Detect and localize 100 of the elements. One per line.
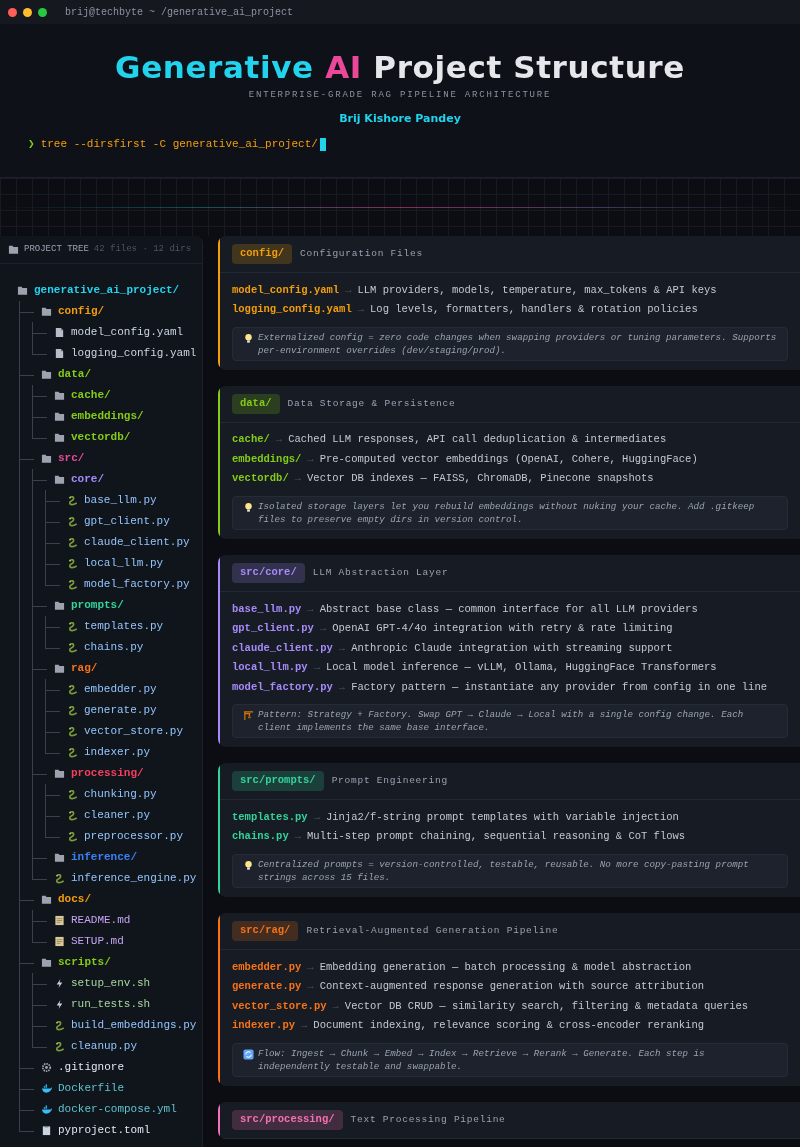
folder-icon [41, 894, 52, 905]
file-name[interactable]: preprocessor.py [84, 828, 184, 845]
bolt-icon [54, 978, 65, 989]
folder-name[interactable]: config/ [58, 303, 105, 320]
section-title: LLM Abstraction Layer [312, 565, 449, 580]
file-name: vectordb/ [232, 471, 289, 487]
file-name[interactable]: generate.py [84, 702, 157, 719]
file-name: embedder.py [232, 959, 302, 975]
file-name[interactable]: cleanup.py [71, 1038, 137, 1055]
file-name[interactable]: vector_store.py [84, 723, 184, 740]
file-name[interactable]: logging_config.yaml [71, 345, 197, 362]
file-name: model_config.yaml [232, 282, 340, 298]
window-title: brij@techbyte ~ /generative_ai_project [65, 5, 294, 20]
file-name[interactable]: model_config.yaml [71, 324, 184, 341]
arrow-text: → [294, 471, 302, 487]
folder-tag: src/prompts/ [232, 771, 324, 791]
file-name[interactable]: docker-compose.yml [58, 1101, 177, 1118]
author-name: Brij Kishore Pandey [338, 110, 462, 127]
file-name[interactable]: gpt_client.py [84, 513, 170, 530]
file-name[interactable]: setup_env.sh [71, 975, 151, 992]
minimize-icon[interactable] [23, 7, 32, 17]
file-name[interactable]: embedder.py [84, 681, 157, 698]
file-name: chains.py [232, 829, 289, 845]
folder-name[interactable]: src/ [58, 450, 85, 467]
folder-name[interactable]: cache/ [71, 387, 111, 404]
folder-name[interactable]: rag/ [71, 660, 98, 677]
file-name[interactable]: local_llm.py [84, 555, 164, 572]
file-name: gpt_client.py [232, 621, 314, 637]
file-name[interactable]: Dockerfile [58, 1080, 124, 1097]
arrow-text: → [307, 451, 314, 467]
folder-name[interactable]: core/ [71, 471, 104, 488]
section-title: Data Storage & Persistence [287, 396, 456, 411]
section-title: Retrieval-Augmented Generation Pipeline [306, 923, 559, 938]
snake-icon [67, 642, 78, 653]
snake-icon [67, 789, 78, 800]
file-name: embeddings/ [232, 451, 302, 467]
file-name[interactable]: indexer.py [84, 744, 150, 761]
tip-text: Externalized config = zero code changes when swapping providers or tuning parameters. Supports per-environment overrides (dev/staging/prod). [258, 330, 777, 357]
folder-icon [41, 957, 52, 968]
file-name[interactable]: base_llm.py [84, 492, 157, 509]
folder-icon [41, 306, 52, 317]
file-description: Vector DB CRUD — similarity search, filtering & metadata queries [344, 998, 749, 1014]
file-name: base_llm.py [232, 601, 302, 617]
folder-name[interactable]: data/ [58, 366, 91, 383]
file-name[interactable]: inference_engine.py [71, 870, 197, 887]
folder-name[interactable]: embeddings/ [71, 408, 144, 425]
file-name[interactable]: build_embeddings.py [71, 1017, 197, 1034]
file-name: claude_client.py [232, 640, 333, 656]
file-name[interactable]: README.md [71, 912, 131, 929]
folder-tag: src/rag/ [232, 921, 299, 941]
file-name[interactable]: chunking.py [84, 786, 157, 803]
tip-text: Isolated storage layers let you rebuild embeddings without nuking your cache. Add .gitkeep files to preserve empty dirs in version control. [258, 500, 756, 526]
file-name[interactable]: pyproject.toml [58, 1122, 151, 1139]
arrow-text: → [307, 959, 314, 975]
folder-name[interactable]: processing/ [71, 765, 144, 782]
snake-icon [67, 537, 78, 548]
file-name: local_llm.py [232, 660, 308, 676]
file-name[interactable]: templates.py [84, 618, 164, 635]
file-name[interactable]: cleaner.py [84, 807, 150, 824]
command-text: tree --dirsfirst -C generative_ai_project/ [40, 137, 318, 152]
file-description: Abstract base class — common interface for all LLM providers [319, 601, 698, 617]
file-name: vector_store.py [232, 998, 327, 1014]
folder-name[interactable]: generative_ai_project/ [34, 282, 180, 299]
file-name[interactable]: .gitignore [58, 1059, 124, 1076]
folder-icon [8, 244, 19, 255]
cursor-icon [319, 137, 326, 151]
maximize-icon[interactable] [38, 7, 47, 17]
folder-tag: config/ [232, 244, 293, 264]
section-title: Text Processing Pipeline [350, 1112, 506, 1127]
file-name[interactable]: chains.py [84, 639, 144, 656]
arrow-text: → [357, 302, 365, 318]
section-title: Configuration Files [300, 246, 423, 261]
file-name[interactable]: SETUP.md [71, 933, 124, 950]
memo-icon [54, 936, 65, 947]
arrow-text: → [319, 621, 327, 637]
folder-icon [54, 768, 65, 779]
folder-name[interactable]: docs/ [58, 891, 91, 908]
file-name[interactable]: run_tests.sh [71, 996, 151, 1013]
snake-icon [54, 873, 65, 884]
file-name[interactable]: model_factory.py [84, 576, 190, 593]
snake-icon [67, 810, 78, 821]
folder-tag: data/ [232, 393, 280, 414]
folder-icon [17, 285, 28, 296]
folder-icon [54, 411, 65, 422]
bolt-icon [54, 999, 65, 1010]
folder-name[interactable]: prompts/ [71, 597, 124, 614]
folder-icon [54, 663, 65, 674]
arrow-text: → [313, 660, 320, 676]
arrow-text: → [345, 282, 352, 298]
snake-icon [67, 831, 78, 842]
file-description: Context-augmented response generation with source attribution [319, 979, 704, 995]
file-name[interactable]: claude_client.py [84, 534, 190, 551]
folder-icon [54, 474, 65, 485]
section-title: Prompt Engineering [331, 774, 448, 788]
folder-name[interactable]: vectordb/ [71, 429, 131, 446]
folder-name[interactable]: scripts/ [58, 954, 111, 971]
folder-name[interactable]: inference/ [71, 849, 137, 866]
folder-icon [41, 369, 52, 380]
file-description: Cached LLM responses, API call deduplication & intermediates [288, 432, 667, 448]
close-icon[interactable] [8, 7, 17, 17]
